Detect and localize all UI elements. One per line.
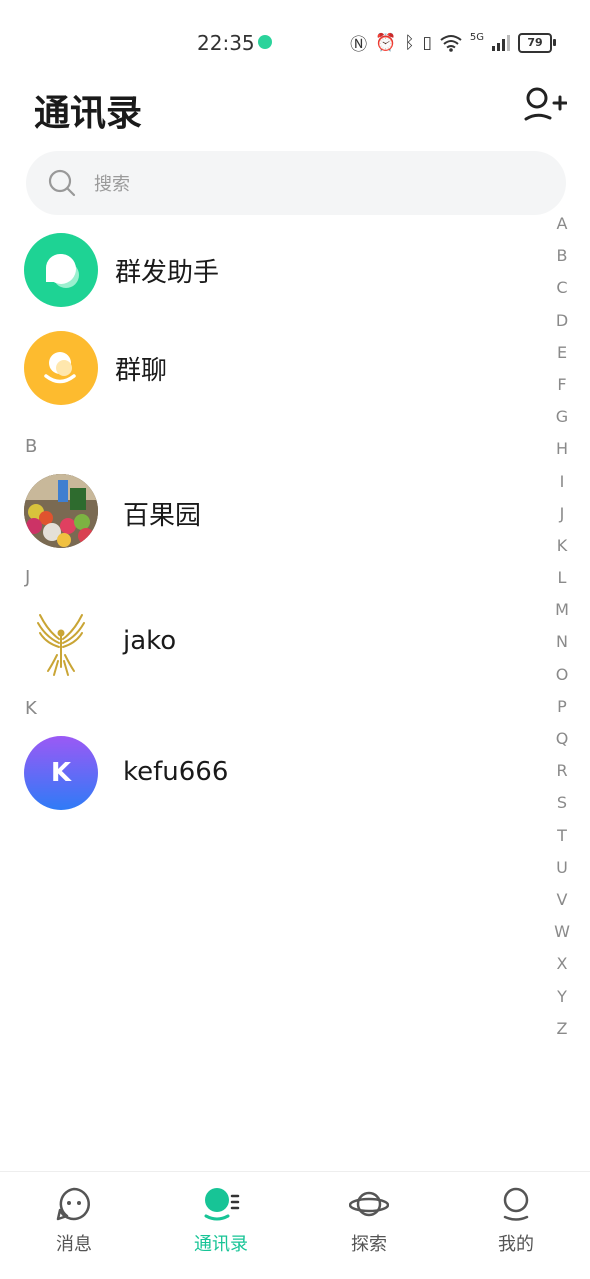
add-contact-icon[interactable] [523,86,567,126]
bottom-tab-bar: 消息 通讯录 探索 我的 [0,1171,590,1279]
section-header-j: J [25,567,31,588]
tab-contacts[interactable]: 通讯录 [161,1186,281,1256]
index-letter[interactable]: V [552,884,572,916]
index-letter[interactable]: N [552,626,572,658]
index-letter[interactable]: X [552,948,572,980]
index-letter[interactable]: D [552,305,572,337]
contact-row[interactable]: jako [0,604,540,680]
planet-icon [349,1191,389,1217]
index-letter[interactable]: H [552,433,572,465]
group-chat-row[interactable]: 群聊 [0,330,540,406]
tab-profile[interactable]: 我的 [456,1186,576,1256]
fruit-store-avatar [24,474,98,548]
index-letter[interactable]: I [552,466,572,498]
index-letter[interactable]: P [552,691,572,723]
tab-label: 探索 [351,1234,387,1255]
index-letter[interactable]: C [552,272,572,304]
index-letter[interactable]: F [552,369,572,401]
section-header-k: K [25,698,37,719]
chat-bubble-icon [24,233,98,307]
section-header-b: B [25,436,38,457]
tab-messages[interactable]: 消息 [14,1186,134,1256]
tab-explore[interactable]: 探索 [309,1186,429,1256]
signal-icon [492,34,510,51]
tab-label: 通讯录 [194,1234,248,1255]
vibrate-icon: ▯ [422,32,432,53]
index-letter[interactable]: T [552,820,572,852]
index-letter[interactable]: G [552,401,572,433]
alphabet-index[interactable]: ABCDEFGHIJKLMNOPQRSTUVWXYZ [552,208,572,1045]
index-letter[interactable]: O [552,659,572,691]
index-letter[interactable]: K [552,530,572,562]
index-letter[interactable]: J [552,498,572,530]
status-icons: Ⓝ ⏰ ᛒ ▯ 5G 79 [350,30,556,55]
network-type: 5G [469,32,484,43]
index-letter[interactable]: B [552,240,572,272]
index-letter[interactable]: M [552,594,572,626]
contact-name: 群聊 [115,356,168,386]
contact-row[interactable]: K kefu666 [0,735,540,811]
index-letter[interactable]: E [552,337,572,369]
contact-name: 百果园 [123,501,202,531]
index-letter[interactable]: L [552,562,572,594]
index-letter[interactable]: S [552,787,572,819]
avatar-letter: K [50,758,72,788]
index-letter[interactable]: U [552,852,572,884]
battery-icon: 79 [518,32,556,53]
contact-name: 群发助手 [115,258,220,288]
group-send-assistant-row[interactable]: 群发助手 [0,232,540,308]
search-bar[interactable] [26,151,566,215]
alarm-icon: ⏰ [375,32,397,53]
status-time: 22:35 [197,31,255,55]
battery-level: 79 [518,32,552,53]
wifi-icon [440,34,462,52]
app-notification-icon [258,35,272,49]
message-icon [56,1187,90,1221]
contact-name: jako [123,626,177,656]
index-letter[interactable]: Z [552,1013,572,1045]
profile-icon [503,1187,529,1221]
bluetooth-icon: ᛒ [404,32,415,53]
golden-eagle-avatar [24,605,98,679]
status-bar: 22:35 Ⓝ ⏰ ᛒ ▯ 5G 79 [0,0,590,84]
page-title: 通讯录 [34,93,143,134]
group-icon [24,331,98,405]
index-letter[interactable]: W [552,916,572,948]
search-input[interactable] [92,165,496,203]
index-letter[interactable]: A [552,208,572,240]
letter-avatar: K [24,736,98,810]
nfc-icon: Ⓝ [350,35,368,55]
contact-row[interactable]: 百果园 [0,473,540,549]
tab-label: 消息 [56,1234,92,1255]
index-letter[interactable]: Q [552,723,572,755]
index-letter[interactable]: R [552,755,572,787]
tab-label: 我的 [498,1234,534,1255]
contacts-icon [204,1188,240,1221]
index-letter[interactable]: Y [552,981,572,1013]
search-icon [48,169,76,197]
contact-name: kefu666 [123,757,229,787]
